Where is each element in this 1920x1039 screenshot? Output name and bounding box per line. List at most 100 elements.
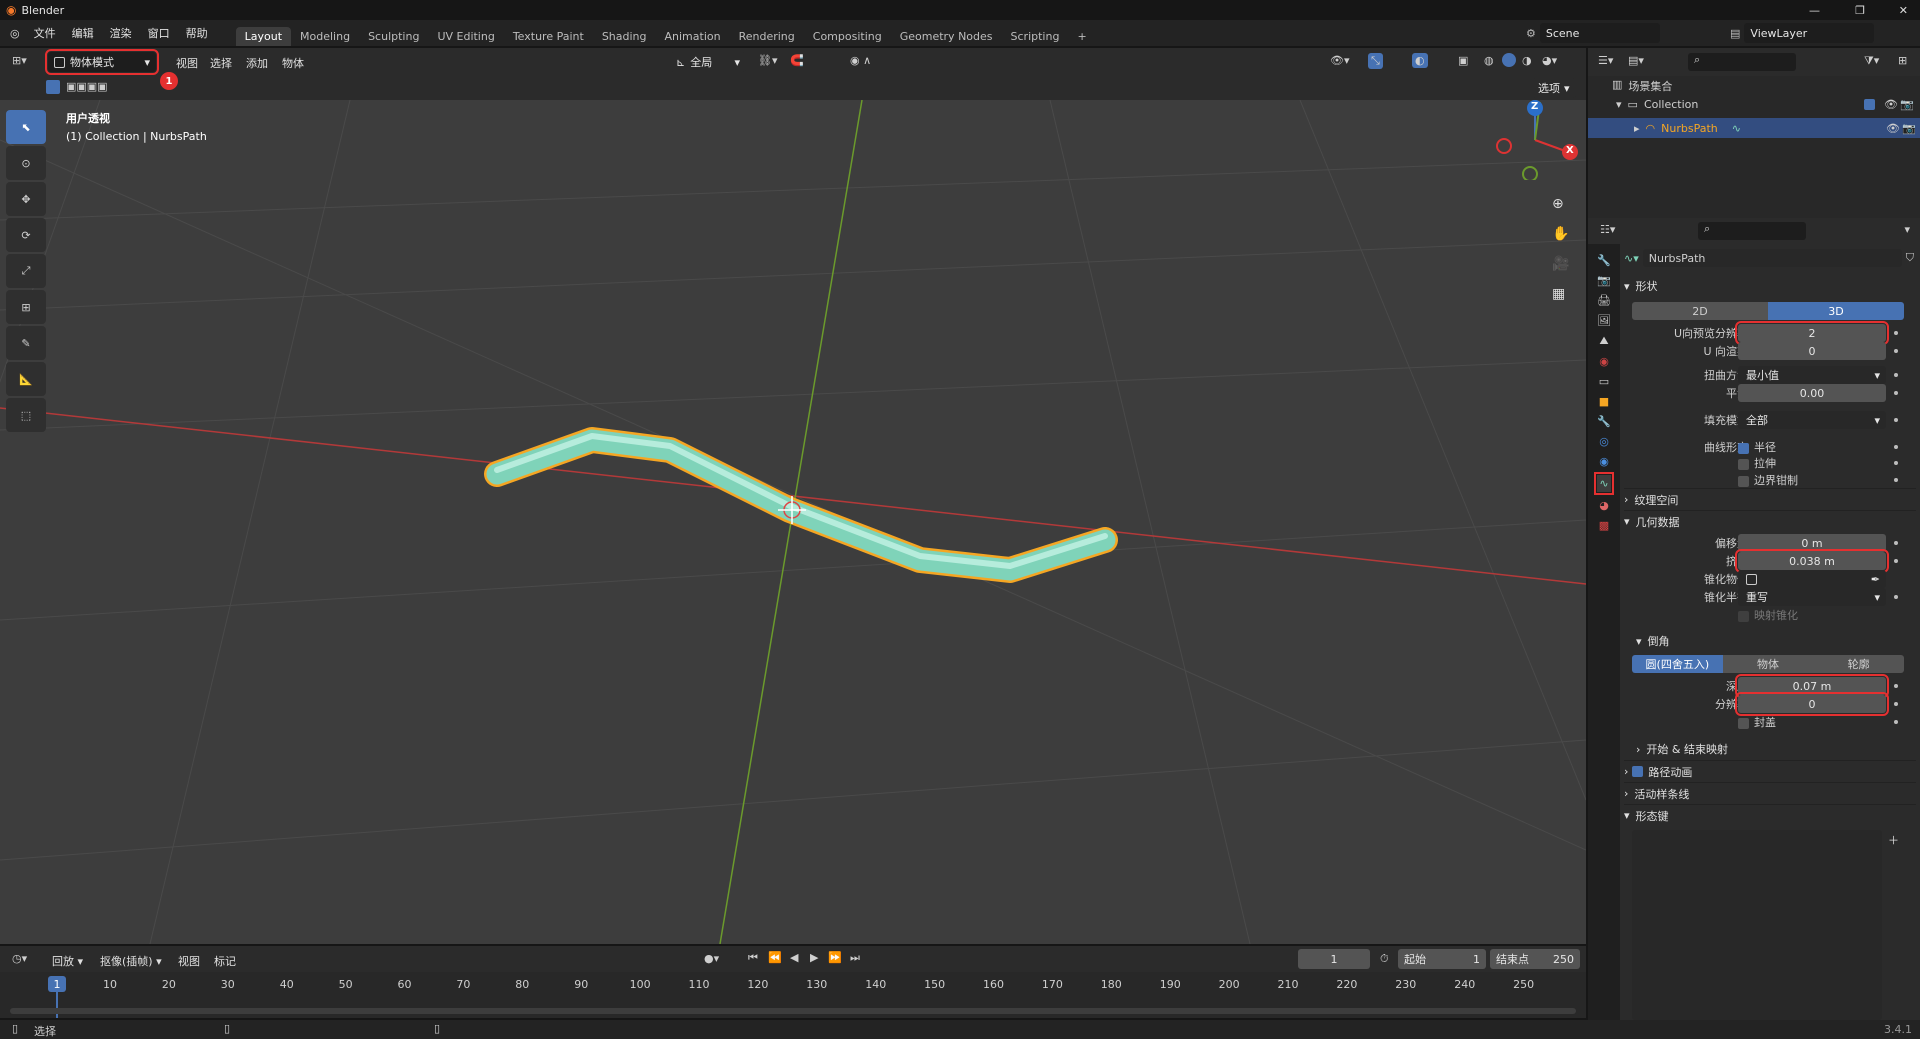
minimize-icon[interactable]: — (1809, 4, 1820, 17)
bounds-clamp-checkbox[interactable]: 边界钳制 (1738, 472, 1798, 488)
stretch-checkbox[interactable]: 拉伸 (1738, 455, 1776, 471)
properties-editor-icon[interactable]: ☷▾ (1600, 223, 1615, 236)
render-resolution-field[interactable]: 0 (1738, 342, 1886, 360)
end-frame-field[interactable]: 结束点 250 (1490, 949, 1580, 969)
mode-3d-button[interactable]: 3D (1768, 302, 1904, 320)
timeline[interactable]: 1 10 20 30 40 50 60 70 80 90 100 110 120 130 140 150 160… (0, 972, 1586, 1018)
wireframe-shading-icon[interactable]: ◍ (1484, 54, 1494, 67)
menu-object[interactable]: 物体 (274, 55, 312, 71)
offset-field[interactable]: 0 m (1738, 534, 1886, 552)
fill-mode-dropdown[interactable]: 全部 ▾ (1738, 411, 1886, 429)
preview-resolution-field[interactable]: 2 (1735, 321, 1889, 345)
bevel-round-button[interactable]: 圆(四舍五入) (1632, 655, 1723, 673)
shape-keys-list[interactable] (1632, 830, 1882, 1020)
taper-radius-dropdown[interactable]: 重写 ▾ (1738, 588, 1886, 606)
expand-arrow-icon[interactable]: ▸ (1634, 122, 1640, 135)
timeline-scrollbar[interactable] (10, 1008, 1576, 1014)
start-frame-field[interactable]: 起始 1 (1398, 949, 1486, 969)
twist-method-dropdown[interactable]: 最小值 ▾ (1738, 366, 1886, 384)
transform-tool[interactable]: ⊞ (6, 290, 46, 324)
section-shape-keys-header[interactable]: ▾ 形态键 (1624, 804, 1916, 826)
tab-texture-paint[interactable]: Texture Paint (504, 27, 593, 46)
expand-arrow-icon[interactable]: ▾ (1616, 98, 1622, 111)
tool-tab-icon[interactable]: 🔧 (1597, 254, 1611, 267)
tab-scripting[interactable]: Scripting (1002, 27, 1069, 46)
camera-view-icon[interactable]: 🎥 (1552, 256, 1569, 272)
zoom-icon[interactable]: ⊕ (1552, 196, 1564, 212)
menu-marker[interactable]: 标记 (206, 953, 244, 969)
xray-icon[interactable]: ▣ (1458, 54, 1468, 67)
jump-start-icon[interactable]: ⏮ (748, 951, 758, 965)
tab-compositing[interactable]: Compositing (804, 27, 891, 46)
eye-icon[interactable]: 👁 (1886, 122, 1900, 135)
timeline-editor-icon[interactable]: ◷▾ (12, 952, 27, 965)
bevel-profile-button[interactable]: 轮廓 (1813, 655, 1905, 673)
outliner-row-scene-collection[interactable]: ▥ 场景集合 (1612, 78, 1672, 94)
section-path-animation-header[interactable]: › 路径动画 (1624, 760, 1916, 782)
overlay-toggle-icon[interactable]: ◐ (1412, 53, 1428, 68)
add-cube-tool[interactable]: ⬚ (6, 398, 46, 432)
path-animation-checkbox[interactable] (1632, 766, 1644, 777)
modifier-tab-icon[interactable]: 🔧 (1597, 415, 1611, 428)
proportional-icon[interactable]: ◉ ∧ (850, 54, 871, 67)
outliner-row-collection[interactable]: ▾ ▭ Collection 👁 📷 (1616, 98, 1916, 111)
material-tab-icon[interactable]: ◕ (1599, 499, 1609, 512)
3d-viewport[interactable]: 用户透视 (1) Collection | NurbsPath Z X ⊕ ✋ … (0, 100, 1586, 944)
measure-tool[interactable]: 📐 (6, 362, 46, 396)
scene-selector[interactable]: Scene (1539, 23, 1660, 43)
restore-icon[interactable]: ❐ (1855, 4, 1865, 17)
close-icon[interactable]: ✕ (1899, 4, 1908, 17)
play-reverse-icon[interactable]: ◀ (790, 951, 798, 964)
mode-2d-button[interactable]: 2D (1632, 302, 1768, 320)
annotate-tool[interactable]: ✎ (6, 326, 46, 360)
collection-tab-icon[interactable]: ▭ (1599, 375, 1609, 388)
snap-icon[interactable]: 🧲 (790, 54, 804, 67)
tab-uv-editing[interactable]: UV Editing (428, 27, 503, 46)
menu-timeline-view[interactable]: 视图 (170, 953, 208, 969)
clock-icon[interactable]: ⏱ (1380, 952, 1389, 966)
bevel-object-button[interactable]: 物体 (1722, 655, 1814, 673)
menu-playback[interactable]: 回放 ▾ (44, 953, 91, 969)
gizmo-toggle-icon[interactable]: ⤡ (1368, 53, 1383, 69)
section-shape-header[interactable]: ▾ 形状 (1624, 275, 1916, 297)
object-tab-icon[interactable]: ■ (1599, 395, 1609, 408)
ortho-toggle-icon[interactable]: ▦ (1552, 286, 1565, 302)
outliner-search[interactable]: ⌕ (1688, 53, 1796, 71)
eye-icon[interactable]: 👁 (1884, 98, 1898, 111)
outliner-editor-icon[interactable]: ☰▾ (1598, 54, 1613, 67)
properties-search[interactable]: ⌕ (1698, 222, 1806, 240)
smooth-field[interactable]: 0.00 (1738, 384, 1886, 402)
tab-rendering[interactable]: Rendering (730, 27, 804, 46)
object-name-field[interactable]: NurbsPath (1642, 249, 1902, 267)
tab-animation[interactable]: Animation (656, 27, 730, 46)
scene-tab-icon[interactable]: ⛰ (1599, 334, 1608, 348)
menu-file[interactable]: 文件 (26, 25, 64, 41)
menu-render[interactable]: 渲染 (102, 25, 140, 41)
blender-menu-icon[interactable]: ◎ (10, 27, 20, 40)
view-layer-selector[interactable]: ViewLayer (1744, 23, 1875, 43)
taper-object-field[interactable]: ✒ (1738, 570, 1886, 588)
select-box-mode-icon[interactable] (46, 80, 60, 94)
output-tab-icon[interactable]: 🖨 (1597, 294, 1611, 307)
eyedropper-icon[interactable]: ✒ (1871, 573, 1880, 586)
properties-options-icon[interactable]: ▾ (1904, 223, 1910, 236)
visibility-icon[interactable]: 👁▾ (1330, 54, 1350, 67)
scale-tool[interactable]: ⤢ (6, 254, 46, 288)
jump-end-icon[interactable]: ⏭ (850, 951, 860, 965)
next-keyframe-icon[interactable]: ⏩ (828, 951, 842, 964)
rendered-shading-icon[interactable]: ◕▾ (1542, 54, 1557, 67)
add-workspace-button[interactable]: + (1068, 27, 1095, 46)
menu-view[interactable]: 视图 (168, 55, 206, 71)
outliner-row-nurbspath[interactable]: ▸ ◠ NurbsPath ∿ 👁 📷 (1588, 118, 1920, 138)
camera-icon[interactable]: 📷 (1902, 122, 1916, 135)
tab-modeling[interactable]: Modeling (291, 27, 359, 46)
extrude-field[interactable]: 0.038 m (1735, 549, 1889, 573)
curve-data-tab-icon[interactable]: ∿ (1594, 472, 1614, 495)
new-collection-icon[interactable]: ⊞ (1898, 54, 1907, 67)
menu-edit[interactable]: 编辑 (64, 25, 102, 41)
fake-user-icon[interactable]: ⛉ (1906, 251, 1914, 265)
options-button[interactable]: 选项 ▾ (1532, 78, 1576, 98)
select-box-tool[interactable]: ⬉ (6, 110, 46, 144)
mode-selector[interactable]: 物体模式 ▾ (45, 49, 159, 75)
menu-add[interactable]: 添加 (238, 55, 276, 71)
